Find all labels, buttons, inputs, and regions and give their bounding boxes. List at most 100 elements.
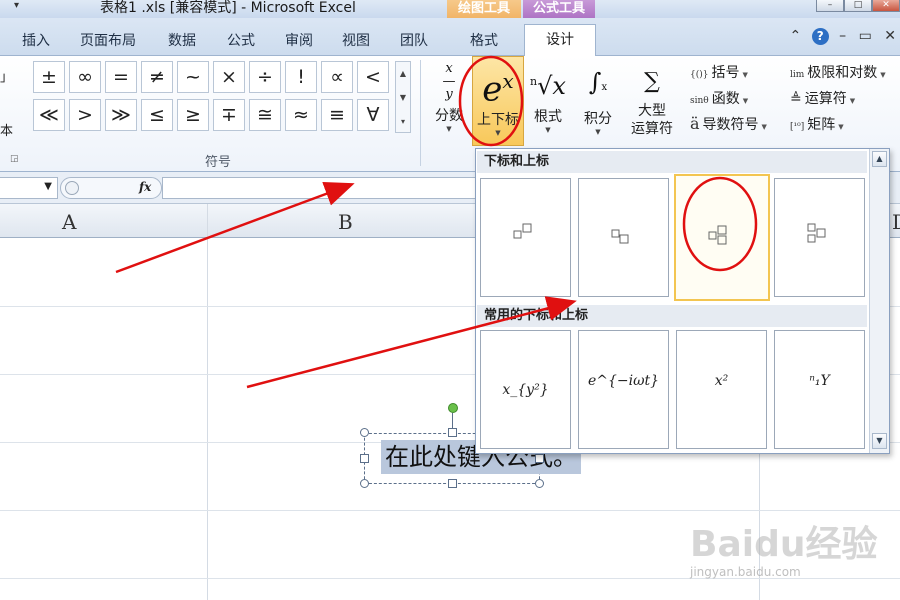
symbol-button[interactable]: ∞ (69, 61, 101, 93)
script-gallery-dropdown: 下标和上标 常用的下标和上标 x_{y²} e^{−iωt} x² ⁿ₁Y ▲ … (475, 148, 890, 454)
baidu-watermark-url: jingyan.baidu.com (690, 565, 801, 579)
dropdown-arrow-icon: ▼ (849, 97, 856, 105)
gallery-item-common[interactable]: x_{y²} (480, 330, 571, 449)
collapse-ribbon-icon[interactable]: ⌃ (789, 28, 801, 44)
workbook-minimize-icon[interactable]: – (839, 28, 846, 44)
tab-page-layout[interactable]: 页面布局 (80, 30, 136, 50)
column-header-d[interactable]: D (892, 210, 900, 234)
limit-log-button[interactable]: lim 极限和对数 ▼ (790, 62, 886, 82)
quick-access-dropdown[interactable]: ▾ (14, 0, 19, 11)
tab-design[interactable]: 设计 (524, 24, 596, 57)
common-script-x-y-squared: x_{y²} (502, 382, 549, 398)
symbol-button[interactable]: ≠ (141, 61, 173, 93)
scroll-up-icon[interactable]: ▲ (872, 151, 887, 167)
tab-data[interactable]: 数据 (168, 30, 196, 50)
symbol-button[interactable]: = (105, 61, 137, 93)
gallery-item-superscript[interactable] (578, 178, 669, 297)
gallery-item-common[interactable]: x² (676, 330, 767, 449)
common-script-x-squared: x² (714, 373, 729, 389)
symbol-button[interactable]: ± (33, 61, 65, 93)
large-operator-button[interactable]: ∑ 大型 运算符 (624, 58, 680, 138)
maximize-button[interactable]: □ (844, 0, 872, 12)
gallery-item-subscript[interactable] (480, 178, 571, 297)
dropdown-arrow-icon: ▼ (446, 125, 452, 133)
symbol-button[interactable]: ∝ (321, 61, 353, 93)
gallery-item-common[interactable]: e^{−iωt} (578, 330, 669, 449)
workbook-close-icon[interactable]: ✕ (884, 28, 896, 44)
resize-handle[interactable] (360, 428, 369, 437)
formula-bar-controls: fx (60, 177, 162, 199)
left-subsup-template-icon (807, 223, 826, 243)
tab-view[interactable]: 视图 (342, 30, 370, 50)
dialog-launcher-icon[interactable]: ◲ (10, 154, 19, 164)
tab-review[interactable]: 审阅 (285, 30, 313, 50)
symbol-gallery-scroll[interactable]: ▲ ▼ ▾ (395, 61, 411, 133)
gallery-item-left-subsup[interactable] (774, 178, 865, 297)
symbol-button[interactable]: > (69, 99, 101, 131)
window-title: 表格1 .xls [兼容模式] - Microsoft Excel (100, 0, 356, 16)
tab-format[interactable]: 格式 (470, 30, 498, 50)
symbol-button[interactable]: × (213, 61, 245, 93)
rotation-handle[interactable] (448, 403, 458, 413)
gallery-scrollbar[interactable]: ▲ ▼ (869, 149, 889, 453)
symbol-button[interactable]: ≤ (141, 99, 173, 131)
dropdown-arrow-icon: ▼ (742, 71, 748, 79)
gallery-item-subscript-superscript[interactable] (674, 174, 770, 301)
dropdown-arrow-icon: ▼ (742, 97, 749, 105)
name-box[interactable]: ▼ (0, 177, 58, 199)
resize-handle[interactable] (535, 479, 544, 488)
symbol-button[interactable]: < (357, 61, 389, 93)
gallery-section-title: 下标和上标 (477, 151, 867, 173)
function-button[interactable]: sinθ 函数 ▼ (690, 88, 748, 108)
workbook-restore-icon[interactable]: ▭ (859, 28, 872, 44)
column-header-a[interactable]: A (62, 210, 76, 234)
insert-function-icon[interactable]: fx (139, 180, 151, 194)
symbol-button[interactable]: ∀ (357, 99, 389, 131)
expand-handle-icon[interactable] (65, 181, 79, 195)
resize-handle[interactable] (448, 479, 457, 488)
scroll-down-icon[interactable]: ▼ (872, 433, 887, 449)
resize-handle[interactable] (448, 428, 457, 437)
symbol-button[interactable]: ~ (177, 61, 209, 93)
resize-handle[interactable] (360, 479, 369, 488)
resize-handle[interactable] (360, 454, 369, 463)
symbol-button[interactable]: ≥ (177, 99, 209, 131)
script-button[interactable]: ex 上下标 ▼ (472, 56, 524, 146)
tab-insert[interactable]: 插入 (22, 30, 50, 50)
symbol-button[interactable]: ≅ (249, 99, 281, 131)
accent-button[interactable]: ä 导数符号 ▼ (690, 114, 767, 134)
minimize-button[interactable]: – (816, 0, 844, 12)
bracket-button[interactable]: {()} 括号 ▼ (690, 62, 748, 82)
tab-formulas[interactable]: 公式 (227, 30, 255, 50)
formula-input[interactable] (162, 177, 478, 199)
column-header-b[interactable]: B (338, 210, 353, 234)
chevron-down-icon[interactable]: ▼ (44, 181, 52, 192)
dropdown-arrow-icon: ▼ (595, 128, 601, 136)
close-button[interactable]: ✕ (872, 0, 900, 12)
symbol-button[interactable]: ≡ (321, 99, 353, 131)
fraction-button[interactable]: x — y 分数 ▼ (430, 58, 468, 133)
help-icon[interactable]: ? (811, 28, 829, 45)
dropdown-arrow-icon: ▼ (761, 123, 767, 131)
script-icon: ex (482, 69, 514, 110)
symbol-button[interactable]: ≫ (105, 99, 137, 131)
matrix-button[interactable]: [¹⁰] 矩阵 ▼ (790, 114, 844, 134)
left-stub-mark: 」 (0, 70, 14, 85)
operator-button[interactable]: ≜ 运算符 ▼ (790, 88, 855, 108)
symbols-group-label: 符号 (205, 155, 232, 170)
symbol-button[interactable]: ! (285, 61, 317, 93)
radical-button[interactable]: n√x 根式 ▼ (528, 58, 568, 134)
chevron-up-icon[interactable]: ▲ (396, 62, 410, 86)
symbol-button[interactable]: ÷ (249, 61, 281, 93)
symbol-button[interactable]: ≪ (33, 99, 65, 131)
chevron-down-icon[interactable]: ▼ (396, 86, 410, 110)
resize-handle[interactable] (535, 454, 544, 463)
gallery-item-common[interactable]: ⁿ₁Y (774, 330, 865, 449)
dropdown-arrow-icon: ▼ (545, 126, 551, 134)
symbol-button[interactable]: ∓ (213, 99, 245, 131)
tab-team[interactable]: 团队 (400, 30, 428, 50)
common-script-n1-y: ⁿ₁Y (809, 373, 830, 389)
integral-button[interactable]: ∫x 积分 ▼ (578, 58, 618, 136)
more-icon[interactable]: ▾ (396, 110, 410, 134)
symbol-button[interactable]: ≈ (285, 99, 317, 131)
